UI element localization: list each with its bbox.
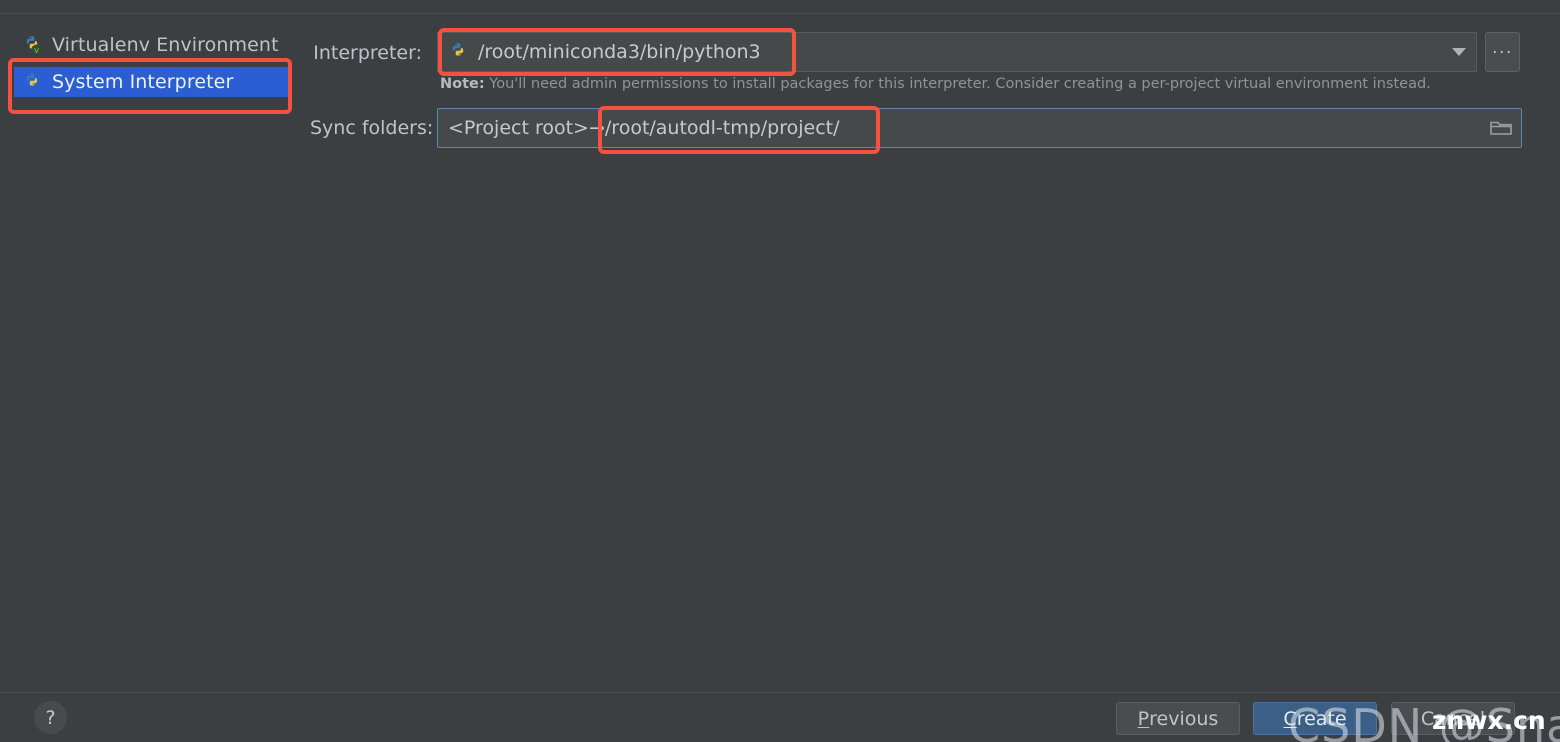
python-icon: [22, 72, 42, 92]
watermark-site: znwx.cn: [1432, 706, 1546, 735]
python-icon: [448, 42, 468, 62]
interpreter-path-text: /root/miniconda3/bin/python3: [478, 41, 761, 63]
sidebar-item-label: System Interpreter: [52, 71, 234, 93]
sync-folders-value: <Project root>→/root/autodl-tmp/project/: [448, 117, 840, 139]
interpreter-note: Note: You'll need admin permissions to i…: [440, 76, 1530, 92]
interpreter-browse-button[interactable]: ...: [1485, 32, 1520, 72]
folder-icon[interactable]: [1481, 119, 1521, 137]
svg-text:V: V: [34, 48, 39, 55]
note-prefix: Note:: [440, 76, 485, 92]
chevron-down-icon[interactable]: [1442, 33, 1476, 71]
previous-label-rest: revious: [1149, 707, 1219, 730]
previous-button[interactable]: Previous: [1116, 702, 1240, 735]
interpreter-value-wrap: /root/miniconda3/bin/python3: [438, 41, 1442, 63]
sidebar-item-virtualenv-environment[interactable]: V Virtualenv Environment: [14, 30, 292, 60]
sync-folders-label: Sync folders:: [310, 117, 434, 139]
sync-folders-input[interactable]: <Project root>→/root/autodl-tmp/project/: [437, 108, 1522, 148]
sidebar-item-system-interpreter[interactable]: System Interpreter: [14, 67, 292, 97]
interpreter-label: Interpreter:: [313, 42, 422, 64]
top-separator: [0, 13, 1560, 14]
python-interpreter-dialog: V Virtualenv Environment System Interpre…: [0, 0, 1560, 742]
sidebar-item-label: Virtualenv Environment: [52, 34, 279, 56]
previous-mnemonic: P: [1137, 707, 1150, 730]
interpreter-combobox[interactable]: /root/miniconda3/bin/python3: [437, 32, 1477, 72]
environment-type-list: V Virtualenv Environment System Interpre…: [0, 22, 298, 114]
note-text: You'll need admin permissions to install…: [484, 76, 1431, 92]
python-virtualenv-icon: V: [22, 35, 42, 55]
help-button[interactable]: ?: [34, 701, 67, 734]
